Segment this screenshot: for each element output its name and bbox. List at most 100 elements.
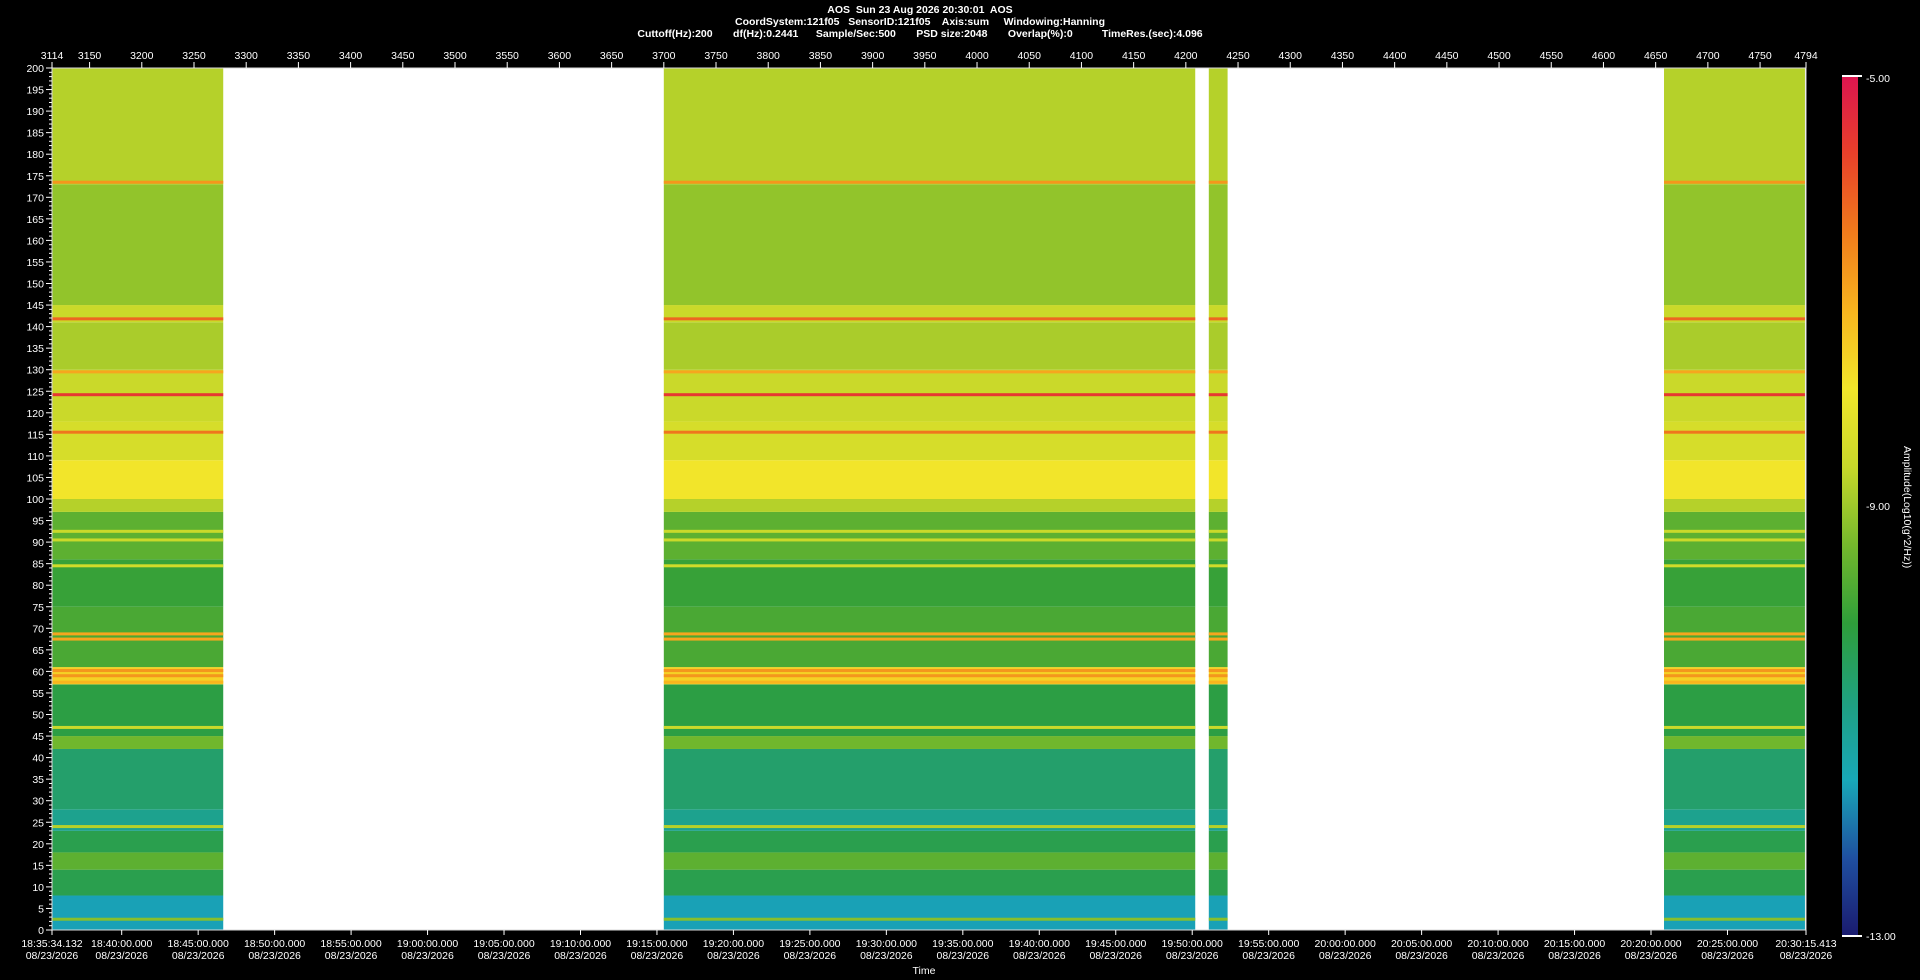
tonal-line xyxy=(1664,632,1805,636)
frequency-tick-label: 30 xyxy=(32,796,44,808)
data-segment xyxy=(1208,68,1228,930)
tonal-line xyxy=(663,669,1196,673)
top-axis-tick-label: 3600 xyxy=(548,50,572,62)
frequency-tick-label: 190 xyxy=(26,106,44,118)
frequency-band xyxy=(1664,68,1805,185)
tonal-line xyxy=(1664,529,1805,533)
frequency-band xyxy=(1208,852,1228,870)
tonal-line xyxy=(663,538,1196,542)
tonal-line xyxy=(1208,637,1228,641)
tonal-line xyxy=(52,370,224,374)
time-tick-label: 19:05:00.000 xyxy=(473,938,534,950)
frequency-tick-label: 5 xyxy=(38,903,44,915)
time-tick-label: 19:15:00.000 xyxy=(626,938,687,950)
top-axis-tick-label: 3950 xyxy=(913,50,937,62)
frequency-band xyxy=(663,852,1196,870)
tonal-line xyxy=(52,674,224,678)
frequency-band xyxy=(663,499,1196,512)
tonal-line xyxy=(52,529,224,533)
frequency-tick-label: 175 xyxy=(26,171,44,183)
spectrogram-chart[interactable]: 0510152025303540455055606570758085909510… xyxy=(0,0,1920,980)
frequency-band xyxy=(663,511,1196,560)
frequency-tick-label: 110 xyxy=(27,451,44,463)
frequency-tick-label: 65 xyxy=(32,645,44,657)
tonal-line xyxy=(52,564,224,568)
time-tick-label: 20:30:15.413 xyxy=(1775,938,1836,950)
frequency-tick-label: 50 xyxy=(32,710,44,722)
frequency-tick-label: 200 xyxy=(26,63,44,75)
tonal-line xyxy=(1664,917,1805,921)
top-axis-tick-label: 4100 xyxy=(1070,50,1094,62)
plot-area[interactable] xyxy=(51,67,1807,931)
tonal-line xyxy=(1208,564,1228,568)
top-axis-tick-label: 4794 xyxy=(1794,50,1818,62)
top-axis-tick-label: 3450 xyxy=(391,50,415,62)
frequency-band xyxy=(52,869,224,896)
frequency-band xyxy=(1208,460,1228,499)
time-tick-label: 19:10:00.000 xyxy=(550,938,611,950)
time-tick-label: 19:55:00.000 xyxy=(1238,938,1299,950)
frequency-band xyxy=(52,852,224,870)
time-tick-label: 19:30:00.000 xyxy=(856,938,917,950)
top-axis-tick-label: 4750 xyxy=(1748,50,1772,62)
top-axis-tick-label: 4450 xyxy=(1435,50,1459,62)
tonal-line xyxy=(1208,317,1228,321)
time-tick-label: 19:25:00.000 xyxy=(779,938,840,950)
tonal-line xyxy=(1664,680,1805,684)
tonal-line xyxy=(1664,180,1805,184)
data-segment xyxy=(663,68,1196,930)
tonal-line xyxy=(663,317,1196,321)
time-tick-label: 19:40:00.000 xyxy=(1009,938,1070,950)
top-axis-tick-label: 3650 xyxy=(600,50,624,62)
frequency-band xyxy=(1208,184,1228,306)
top-axis-tick-label: 4550 xyxy=(1540,50,1564,62)
frequency-band xyxy=(663,421,1196,461)
tonal-line xyxy=(663,393,1196,397)
tonal-line xyxy=(1664,564,1805,568)
frequency-band xyxy=(1664,184,1805,306)
top-axis-tick-label: 3200 xyxy=(130,50,154,62)
top-axis-tick-label: 3900 xyxy=(861,50,885,62)
frequency-band xyxy=(663,736,1196,749)
frequency-tick-label: 165 xyxy=(26,214,44,226)
tonal-line xyxy=(52,637,224,641)
time-tick-label: 18:45:00.000 xyxy=(167,938,228,950)
date-tick-label: 08/23/2026 xyxy=(401,950,454,962)
top-axis-tick-label: 3700 xyxy=(652,50,676,62)
colorbar-scale xyxy=(1842,75,1858,937)
tonal-line xyxy=(663,430,1196,434)
frequency-band xyxy=(1664,736,1805,749)
tonal-line xyxy=(52,725,224,729)
time-tick-label: 18:40:00.000 xyxy=(91,938,152,950)
frequency-band xyxy=(663,68,1196,185)
frequency-band xyxy=(1208,830,1228,853)
tonal-line xyxy=(52,393,224,397)
tonal-line xyxy=(52,430,224,434)
frequency-band xyxy=(663,460,1196,499)
date-tick-label: 08/23/2026 xyxy=(26,950,79,962)
frequency-tick-label: 15 xyxy=(32,860,44,872)
tonal-line xyxy=(1664,370,1805,374)
time-tick-label: 19:35:00.000 xyxy=(932,938,993,950)
frequency-tick-label: 115 xyxy=(27,429,44,441)
tonal-line xyxy=(52,632,224,636)
tonal-line xyxy=(1664,637,1805,641)
tonal-line xyxy=(663,370,1196,374)
tonal-line xyxy=(1208,680,1228,684)
time-tick-label: 20:25:00.000 xyxy=(1697,938,1758,950)
frequency-tick-label: 80 xyxy=(32,580,44,592)
date-tick-label: 08/23/2026 xyxy=(172,950,225,962)
tonal-line xyxy=(1208,917,1228,921)
frequency-tick-label: 100 xyxy=(26,494,44,506)
tonal-line xyxy=(663,564,1196,568)
tonal-line xyxy=(1208,393,1228,397)
tonal-line xyxy=(1664,825,1805,829)
data-segment xyxy=(1664,68,1805,930)
date-tick-label: 08/23/2026 xyxy=(95,950,148,962)
top-axis-tick-label: 3150 xyxy=(78,50,102,62)
frequency-tick-label: 160 xyxy=(26,235,44,247)
frequency-band xyxy=(663,869,1196,896)
top-axis-tick-label: 3300 xyxy=(235,50,259,62)
frequency-band xyxy=(1664,322,1805,370)
tonal-line xyxy=(1664,669,1805,673)
